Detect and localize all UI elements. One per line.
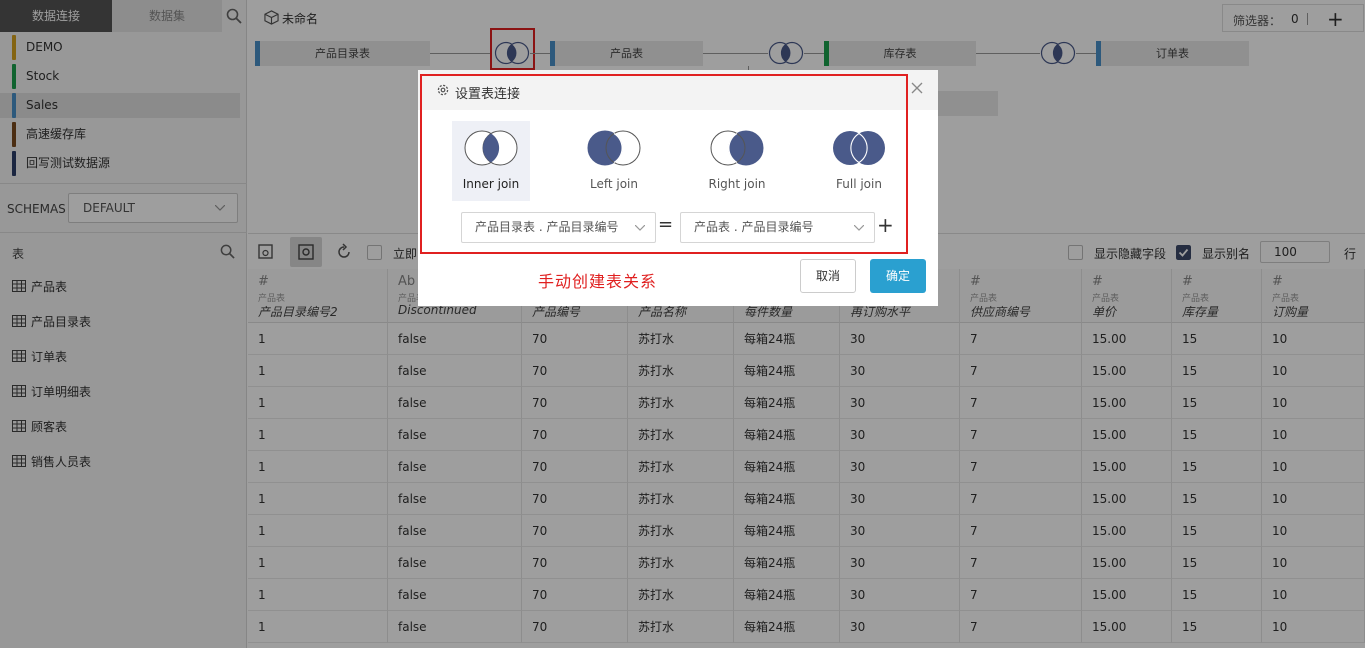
- join-config-highlight: [420, 74, 908, 254]
- confirm-button[interactable]: 确定: [870, 259, 926, 293]
- annotation-note: 手动创建表关系: [538, 272, 658, 291]
- join-settings-dialog: 设置表连接 Inner join Left join Right join Fu…: [418, 70, 938, 306]
- close-icon[interactable]: [910, 81, 924, 95]
- cancel-button[interactable]: 取消: [800, 259, 856, 293]
